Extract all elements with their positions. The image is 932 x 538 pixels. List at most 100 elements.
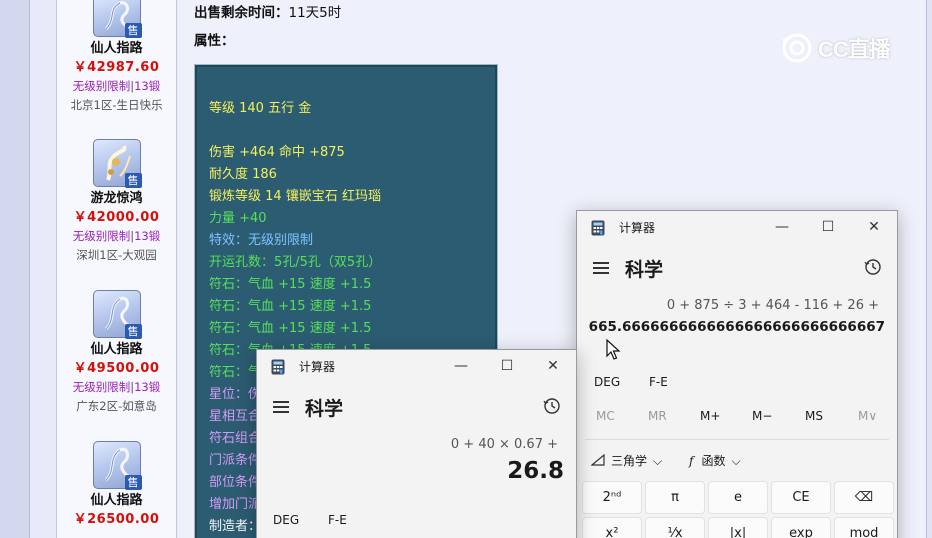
mode-title: 科学 (305, 398, 344, 420)
item-thumbnail[interactable]: 售 (92, 441, 142, 490)
attr-line: 增加门派 (209, 497, 262, 512)
level-limit: 无级别限制 (72, 79, 131, 93)
sale-time-remaining: 出售剩余时间：11天5时 (194, 1, 341, 21)
close-button[interactable]: ✕ (530, 350, 576, 382)
level-limit: 无级别限制 (72, 229, 131, 243)
cc-logo-icon (780, 33, 814, 69)
watermark-text: CC直播 (818, 37, 891, 62)
memory-store-button[interactable]: MS (805, 409, 823, 423)
fe-button[interactable]: F-E (328, 513, 347, 527)
fe-button[interactable]: F-E (649, 375, 668, 389)
item-name[interactable]: 仙人指路 (56, 39, 177, 58)
result-display: 665.6666666666666666666666666667 (588, 319, 885, 335)
history-icon[interactable] (543, 397, 561, 415)
attr-line: 特效：无级别限制 (209, 233, 314, 248)
attributes-label: 属性： (194, 33, 235, 49)
sold-badge: 售 (124, 23, 142, 38)
attr-line: 力量 +40 (209, 211, 267, 226)
forge-level: 13锻 (134, 380, 161, 394)
absolute-key[interactable]: |x| (708, 517, 768, 538)
item-thumbnail[interactable]: 售 (92, 139, 142, 188)
minimize-button[interactable]: — (759, 211, 805, 243)
expression-display: 0 + 875 ÷ 3 + 464 - 116 + 26 + (666, 298, 879, 313)
angle-unit-button[interactable]: DEG (594, 375, 620, 389)
mod-key[interactable]: mod (834, 517, 894, 538)
reciprocal-key[interactable]: ¹⁄x (645, 517, 705, 538)
expression-display: 0 + 40 × 0.67 + (450, 437, 558, 452)
attr-line: 锻炼等级 14 镶嵌宝石 红玛瑙 (209, 189, 381, 204)
listing-item[interactable]: 售 仙人指路 ￥49500.00 无级别限制|13锻 广东2区-如意岛 (56, 290, 177, 416)
listing-item[interactable]: 售 仙人指路 ￥42987.60 无级别限制|13锻 北京1区-生日快乐 (56, 0, 177, 115)
pi-key[interactable]: π (645, 481, 705, 514)
listing-item[interactable]: 售 游龙惊鸿 ￥42000.00 无级别限制|13锻 深圳1区-大观园 (56, 139, 177, 265)
item-price: ￥49500.00 (73, 361, 160, 376)
item-tags: 无级别限制|13锻 (56, 227, 177, 246)
item-name[interactable]: 游龙惊鸿 (56, 189, 177, 208)
close-button[interactable]: ✕ (851, 211, 897, 243)
minimize-button[interactable]: — (438, 350, 484, 382)
menu-icon[interactable] (593, 262, 609, 274)
maximize-button[interactable]: ☐ (484, 350, 530, 382)
item-thumbnail[interactable]: 售 (92, 0, 142, 38)
sale-time-label: 出售剩余时间： (194, 5, 289, 21)
window-title: 计算器 (299, 360, 336, 374)
memory-subtract-button[interactable]: M− (752, 409, 772, 423)
memory-recall-button[interactable]: MR (648, 409, 667, 423)
item-server: 深圳1区-大观园 (76, 248, 157, 262)
triangle-icon (590, 453, 605, 466)
sale-time-value: 11天5时 (288, 5, 342, 21)
listing-item[interactable]: 售 仙人指路 ￥26500.00 (56, 441, 177, 529)
trig-label: 三角学 (611, 454, 648, 468)
attr-line: 部位条件 (209, 475, 262, 490)
calculator-app-icon (591, 220, 605, 236)
item-tags: 无级别限制|13锻 (56, 378, 177, 397)
page-right-margin (926, 0, 932, 538)
item-name[interactable]: 仙人指路 (56, 491, 177, 510)
attr-line: 星位：伤 (209, 387, 262, 402)
mouse-cursor-icon (606, 339, 621, 360)
chevron-down-icon: ⌵ (731, 454, 741, 468)
calculator-window[interactable]: 计算器 — ☐ ✕ 科学 0 + 875 ÷ 3 + 464 - 116 + 2… (576, 210, 898, 538)
forge-level: 13锻 (134, 229, 161, 243)
menu-icon[interactable] (273, 401, 289, 413)
title-bar[interactable]: 计算器 — ☐ ✕ (577, 211, 897, 243)
attr-line: 符石：气血 +15 速度 +1.5 (209, 321, 372, 336)
memory-clear-button[interactable]: MC (596, 409, 615, 423)
divider (585, 439, 889, 440)
history-icon[interactable] (864, 258, 882, 276)
function-dropdown[interactable]: f 函数 ⌵ (689, 452, 741, 469)
maximize-button[interactable]: ☐ (805, 211, 851, 243)
item-name[interactable]: 仙人指路 (56, 340, 177, 359)
chevron-down-icon: ⌵ (653, 454, 663, 468)
item-thumbnail[interactable]: 售 (92, 290, 142, 339)
sold-badge: 售 (124, 475, 142, 490)
function-icon: f (689, 454, 694, 468)
attr-line: 符石组合 (209, 431, 262, 446)
backspace-key[interactable]: ⌫ (834, 481, 894, 514)
level-limit: 无级别限制 (72, 380, 131, 394)
trig-dropdown[interactable]: 三角学 ⌵ (590, 452, 663, 469)
calculator-window[interactable]: 计算器 — ☐ ✕ 科学 0 + 40 × 0.67 + 26.8 DEG F-… (256, 349, 577, 538)
item-price: ￥42000.00 (73, 210, 160, 225)
attr-line: 开运孔数：5孔/5孔（双5孔） (209, 255, 382, 270)
second-function-key[interactable]: 2ⁿᵈ (582, 481, 642, 514)
square-key[interactable]: x² (582, 517, 642, 538)
exp-key[interactable]: exp (771, 517, 831, 538)
title-bar[interactable]: 计算器 — ☐ ✕ (257, 350, 576, 382)
item-tags: 无级别限制|13锻 (56, 77, 177, 96)
item-server: 北京1区-生日快乐 (70, 98, 163, 112)
memory-add-button[interactable]: M+ (700, 409, 720, 423)
clear-entry-key[interactable]: CE (771, 481, 831, 514)
euler-key[interactable]: e (708, 481, 768, 514)
forge-level: 13锻 (134, 79, 161, 93)
item-price: ￥42987.60 (73, 60, 160, 75)
item-price: ￥26500.00 (73, 512, 160, 527)
page-left-margin (0, 0, 30, 538)
attr-line: 等级 140 五行 金 (209, 101, 312, 116)
attr-line: 符石：气血 +15 速度 +1.5 (209, 277, 372, 292)
attr-line: 符石：气血 +15 速度 +1.5 (209, 299, 372, 314)
attr-line: 门派条件 (209, 453, 262, 468)
memory-list-button[interactable]: M∨ (858, 409, 877, 423)
attr-line: 耐久度 186 (209, 167, 277, 182)
angle-unit-button[interactable]: DEG (273, 513, 299, 527)
